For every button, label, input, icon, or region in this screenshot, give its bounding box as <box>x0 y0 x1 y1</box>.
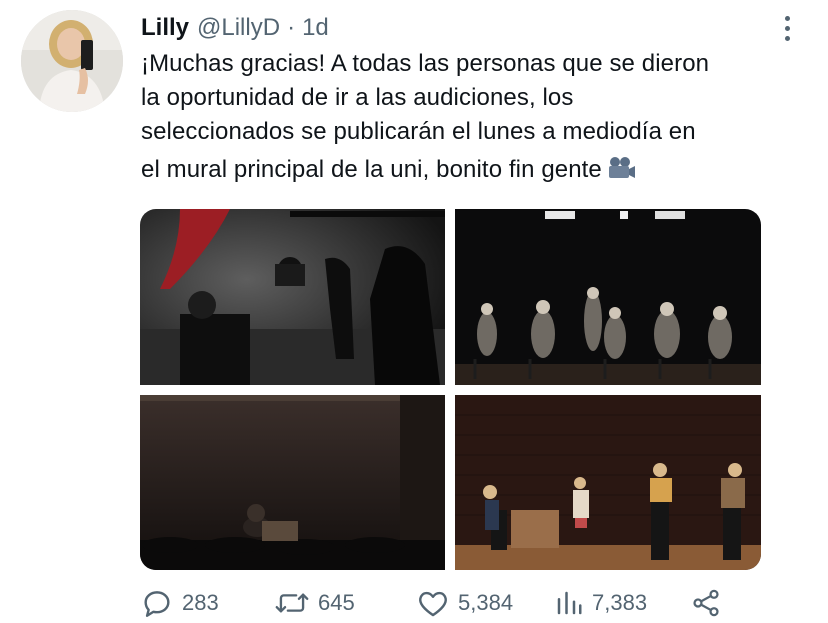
author-name[interactable]: Lilly <box>141 12 189 44</box>
reply-button[interactable]: 283 <box>140 584 219 622</box>
separator-dot: · <box>287 14 296 41</box>
avatar[interactable] <box>21 10 123 112</box>
retweet-count: 645 <box>318 590 355 615</box>
share-button[interactable] <box>690 584 722 622</box>
tweet-actions: 283 645 5,384 7,383 <box>140 584 740 622</box>
photo-theater-seats[interactable] <box>140 395 445 570</box>
retweet-button[interactable]: 645 <box>274 584 355 622</box>
reply-count: 283 <box>182 590 219 615</box>
tweet-text-line: el mural principal de la uni, bonito fin… <box>141 156 602 183</box>
tweet-text-line-last: el mural principal de la uni, bonito fin… <box>141 153 811 191</box>
media-grid <box>140 209 761 570</box>
photo-table-read[interactable] <box>455 209 761 385</box>
share-icon <box>690 586 722 620</box>
tweet-header: Lilly @LillyD · 1d <box>141 12 329 44</box>
views-count: 7,383 <box>592 590 648 615</box>
movie-camera-emoji-icon <box>606 155 636 191</box>
like-button[interactable]: 5,384 <box>416 584 513 622</box>
photo-stage-rehearsal[interactable] <box>455 395 761 570</box>
retweet-icon <box>274 586 310 620</box>
like-count: 5,384 <box>458 590 514 615</box>
author-handle[interactable]: @LillyD <box>197 12 280 44</box>
tweet-text-line: ¡Muchas gracias! A todas las personas qu… <box>141 50 710 77</box>
more-options-icon[interactable] <box>774 12 800 44</box>
photo-film-set[interactable] <box>140 209 445 385</box>
tweet-text-line: la oportunidad de ir a las audiciones, l… <box>141 84 574 111</box>
tweet-timestamp[interactable]: 1d <box>302 12 329 44</box>
views-button[interactable]: 7,383 <box>554 584 647 622</box>
tweet-text-line: seleccionados se publicarán el lunes a m… <box>141 118 696 145</box>
bar-chart-icon <box>554 586 584 620</box>
heart-icon <box>416 586 450 620</box>
reply-icon <box>140 586 174 620</box>
tweet-text: ¡Muchas gracias! A todas las personas qu… <box>141 47 811 191</box>
